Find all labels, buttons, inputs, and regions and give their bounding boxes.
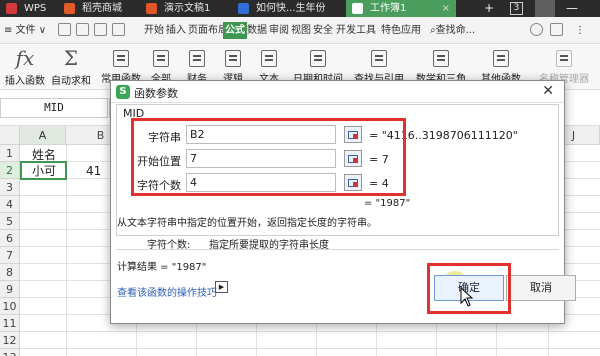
tab-label: 演示文稿1	[164, 3, 211, 14]
help-icon[interactable]	[530, 23, 543, 36]
row-header[interactable]: 12	[0, 332, 20, 349]
highlight-box	[131, 118, 406, 196]
minimize-icon[interactable]: —	[566, 0, 578, 17]
wps-logo-icon	[6, 3, 17, 14]
title-bar: WPS 稻壳商城 演示文稿1 如何快...生年份 工作簿1 × + 3 —	[0, 0, 600, 17]
print-icon[interactable]	[76, 23, 89, 36]
new-tab-button[interactable]: +	[484, 0, 494, 17]
calculation-result: 计算结果 = "1987"	[117, 262, 207, 273]
grid-line	[20, 331, 600, 332]
name-manager-icon	[556, 50, 572, 67]
file-menu-label: 文件	[15, 25, 36, 36]
logic-icon	[225, 50, 241, 67]
row-header[interactable]: 1	[0, 145, 20, 162]
window-count-badge[interactable]: 3	[510, 2, 523, 15]
cancel-button[interactable]: 取消	[506, 275, 576, 301]
menu-bar: ≡ 文件 ∨ 开始 插入 页面布局 公式 数据 审阅 视图 安全 开发工具 特色…	[0, 17, 600, 44]
save-icon[interactable]	[58, 23, 71, 36]
formula-preview: = "1987"	[364, 198, 411, 209]
menu-item-security[interactable]: 安全	[313, 22, 333, 39]
tab-label: 如何快...生年份	[256, 3, 326, 14]
dialog-title-bar[interactable]: S 函数参数 ✕	[111, 81, 564, 103]
dialog-title: 函数参数	[134, 87, 178, 100]
hamburger-icon: ≡	[4, 25, 16, 36]
date-icon	[310, 50, 326, 67]
more-icon[interactable]: ⋮	[575, 22, 585, 39]
chevron-down-icon: ∨	[35, 25, 47, 36]
menu-item-page-layout[interactable]: 页面布局	[188, 22, 228, 39]
all-icon	[153, 50, 169, 67]
tab-label: WPS	[24, 3, 47, 14]
row-header[interactable]: 6	[0, 230, 20, 247]
column-header[interactable]: A	[20, 126, 66, 145]
search-label: 查找命...	[435, 25, 476, 36]
function-description: 从文本字符串中指定的位置开始，返回指定长度的字符串。	[117, 218, 377, 229]
autosum-button[interactable]: Σ 自动求和	[48, 46, 94, 87]
file-menu[interactable]: ≡ 文件 ∨	[4, 22, 46, 39]
undo-icon[interactable]	[94, 23, 107, 36]
star-icon	[113, 50, 129, 67]
row-header[interactable]: 9	[0, 281, 20, 298]
function-arguments-dialog: S 函数参数 ✕ MID 字符串 B2 = "4116..31987061111…	[110, 80, 576, 324]
tab-presentation[interactable]: 演示文稿1	[140, 0, 230, 17]
selected-cell-outline	[20, 161, 67, 180]
fx-icon: fx	[15, 46, 35, 70]
menu-item-home[interactable]: 开始	[144, 22, 164, 39]
autosum-label: 自动求和	[51, 76, 91, 87]
lookup-icon	[371, 50, 387, 67]
tab-store[interactable]: 稻壳商城	[58, 0, 136, 17]
search-command[interactable]: ⌕查找命...	[430, 22, 475, 39]
share-icon[interactable]	[550, 23, 563, 36]
tab-doc[interactable]: 如何快...生年份	[232, 0, 342, 17]
close-icon[interactable]: ×	[442, 0, 450, 17]
tab-label: 工作簿1	[370, 3, 407, 14]
menu-item-data[interactable]: 数据	[247, 22, 267, 39]
store-icon	[64, 3, 75, 14]
video-icon[interactable]: ▶	[215, 281, 228, 293]
row-header[interactable]: 3	[0, 179, 20, 196]
avatar[interactable]	[535, 0, 555, 17]
mouse-pointer-icon	[460, 287, 474, 307]
grid-line	[20, 348, 600, 349]
row-header[interactable]: 2	[0, 162, 20, 179]
row-header[interactable]: 7	[0, 247, 20, 264]
name-box[interactable]: MID	[0, 98, 108, 118]
menu-item-review[interactable]: 审阅	[269, 22, 289, 39]
redo-icon[interactable]	[112, 23, 125, 36]
divider	[116, 249, 559, 250]
finance-icon	[189, 50, 205, 67]
menu-item-features[interactable]: 特色应用	[381, 22, 421, 39]
wps-sheet-icon: S	[116, 85, 130, 99]
tab-workbook[interactable]: 工作簿1 ×	[346, 0, 456, 17]
select-all-corner[interactable]	[0, 126, 20, 145]
function-tips-link[interactable]: 查看该函数的操作技巧	[117, 284, 217, 299]
tab-wps[interactable]: WPS	[0, 0, 55, 17]
menu-item-view[interactable]: 视图	[291, 22, 311, 39]
row-header[interactable]: 13	[0, 349, 20, 356]
more-icon	[493, 50, 509, 67]
row-header[interactable]: 8	[0, 264, 20, 281]
row-header[interactable]: 10	[0, 298, 20, 315]
row-header[interactable]: 11	[0, 315, 20, 332]
sum-icon: Σ	[63, 46, 79, 70]
sheet-icon	[352, 3, 363, 14]
cell-b2[interactable]: 41	[86, 163, 101, 180]
row-header[interactable]: 4	[0, 196, 20, 213]
menu-item-formulas[interactable]: 公式	[223, 22, 247, 39]
math-icon	[433, 50, 449, 67]
menu-item-developer[interactable]: 开发工具	[336, 22, 376, 39]
presentation-icon	[146, 3, 157, 14]
row-header[interactable]: 5	[0, 213, 20, 230]
close-icon[interactable]: ✕	[542, 83, 554, 99]
text-icon	[261, 50, 277, 67]
menu-item-insert[interactable]: 插入	[166, 22, 186, 39]
insert-function-label: 插入函数	[5, 76, 45, 87]
doc-icon	[238, 3, 249, 14]
insert-function-button[interactable]: fx 插入函数	[2, 46, 48, 87]
tab-label: 稻壳商城	[82, 3, 122, 14]
